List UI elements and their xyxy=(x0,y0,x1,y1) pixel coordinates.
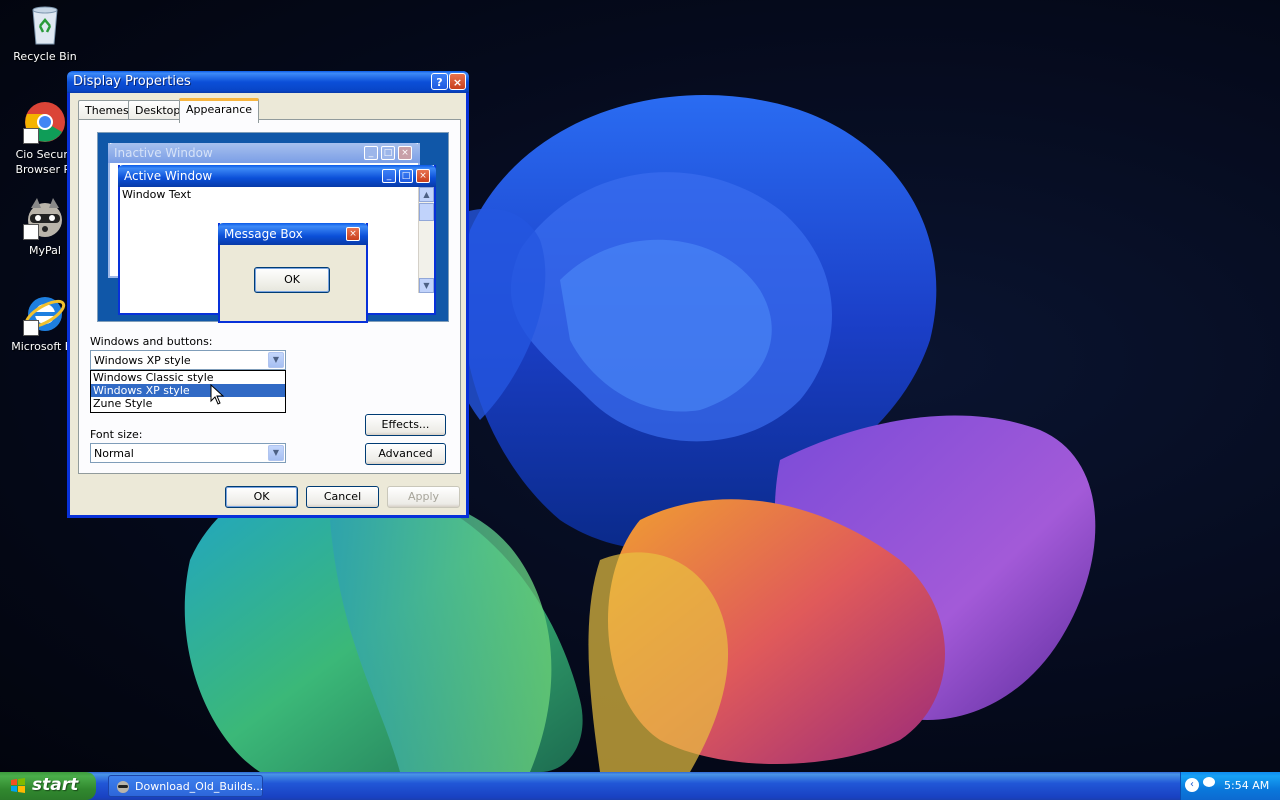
appearance-preview: Inactive Window _ □ × Active Window _ □ … xyxy=(97,132,449,323)
chrome-icon xyxy=(23,100,67,144)
ok-button[interactable]: OK xyxy=(225,486,298,508)
scroll-thumb xyxy=(419,203,434,221)
preview-inactive-title: Inactive Window xyxy=(114,146,213,160)
preview-message-box: Message Box × OK xyxy=(218,223,368,323)
close-icon: × xyxy=(416,169,430,183)
windows-buttons-select[interactable]: Windows XP style ▼ xyxy=(90,350,286,370)
recycle-bin-icon xyxy=(23,2,67,46)
taskbar: start Download_Old_Builds... ‹ 5:54 AM xyxy=(0,772,1280,800)
preview-active-window: Active Window _ □ × Window Text ▲ ▼ Mess… xyxy=(118,165,436,323)
windows-buttons-label: Windows and buttons: xyxy=(90,335,213,348)
dropdown-option-selected[interactable]: Windows XP style xyxy=(91,384,285,397)
apply-button[interactable]: Apply xyxy=(387,486,460,508)
preview-message-titlebar: Message Box × xyxy=(218,223,368,245)
windows-logo-icon xyxy=(11,778,25,793)
close-icon: × xyxy=(346,227,360,241)
shortcut-arrow-icon xyxy=(23,224,39,240)
system-tray: ‹ 5:54 AM xyxy=(1180,772,1280,800)
maximize-icon: □ xyxy=(399,169,413,183)
raccoon-icon xyxy=(117,781,129,793)
taskbar-item-label: Download_Old_Builds... xyxy=(135,780,264,793)
window-title: Display Properties xyxy=(73,74,191,89)
display-properties-window: Display Properties ? × Themes Desktop Ap… xyxy=(67,71,469,518)
windows-buttons-dropdown-list[interactable]: Windows Classic style Windows XP style Z… xyxy=(90,370,286,413)
raccoon-icon xyxy=(23,196,67,240)
start-label: start xyxy=(32,775,79,795)
preview-window-text: Window Text xyxy=(122,188,192,201)
preview-ok-button: OK xyxy=(254,267,330,293)
effects-button[interactable]: Effects... xyxy=(365,414,446,436)
scroll-down-icon: ▼ xyxy=(419,278,434,293)
clock[interactable]: 5:54 AM xyxy=(1224,779,1269,792)
shortcut-arrow-icon xyxy=(23,320,39,336)
minimize-icon: _ xyxy=(364,146,378,160)
minimize-icon: _ xyxy=(382,169,396,183)
start-button[interactable]: start xyxy=(0,772,96,800)
dropdown-option[interactable]: Zune Style xyxy=(91,397,285,410)
desktop-icon-recycle-bin[interactable]: Recycle Bin xyxy=(0,2,90,64)
font-size-select[interactable]: Normal ▼ xyxy=(90,443,286,463)
preview-active-title: Active Window xyxy=(124,169,213,183)
tray-collapse-icon[interactable]: ‹ xyxy=(1185,778,1199,792)
preview-inactive-titlebar: Inactive Window _ □ × xyxy=(108,143,420,163)
tab-appearance[interactable]: Appearance xyxy=(179,98,260,123)
dropdown-option[interactable]: Windows Classic style xyxy=(91,371,285,384)
scroll-up-icon: ▲ xyxy=(419,187,434,202)
font-size-value: Normal xyxy=(94,447,134,460)
taskbar-item-download-old-builds[interactable]: Download_Old_Builds... xyxy=(108,775,263,797)
mouse-cursor-icon xyxy=(210,384,225,405)
window-titlebar[interactable]: Display Properties ? × xyxy=(67,71,469,93)
preview-scrollbar: ▲ ▼ xyxy=(418,187,434,293)
internet-explorer-icon xyxy=(23,292,67,336)
preview-active-titlebar: Active Window _ □ × xyxy=(118,165,436,187)
cancel-button[interactable]: Cancel xyxy=(306,486,379,508)
chevron-down-icon[interactable]: ▼ xyxy=(268,352,284,368)
chevron-down-icon[interactable]: ▼ xyxy=(268,445,284,461)
preview-message-title: Message Box xyxy=(224,227,303,241)
close-icon: × xyxy=(398,146,412,160)
font-size-label: Font size: xyxy=(90,428,143,441)
desktop-icon-label: Recycle Bin xyxy=(13,50,77,63)
close-button[interactable]: × xyxy=(449,73,466,90)
chat-bubble-icon[interactable] xyxy=(1203,777,1215,787)
advanced-button[interactable]: Advanced xyxy=(365,443,446,465)
shortcut-arrow-icon xyxy=(23,128,39,144)
help-button[interactable]: ? xyxy=(431,73,448,90)
maximize-icon: □ xyxy=(381,146,395,160)
windows-buttons-value: Windows XP style xyxy=(94,354,191,367)
